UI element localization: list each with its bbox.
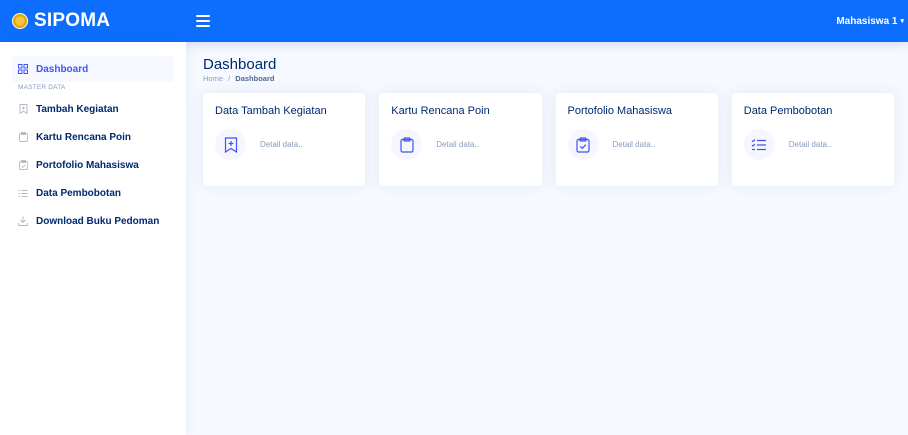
user-name: Mahasiswa 1 <box>836 15 898 27</box>
card-portofolio-mahasiswa[interactable]: Portofolio Mahasiswa Detail data.. <box>555 93 718 186</box>
sidebar-item-label: Portofolio Mahasiswa <box>36 159 139 171</box>
card-detail-text: Detail data.. <box>612 140 656 149</box>
card-detail-text: Detail data.. <box>788 140 832 149</box>
sidebar-item-label: Tambah Kegiatan <box>36 103 119 115</box>
breadcrumb-home-link[interactable]: Home <box>203 74 223 83</box>
sidebar-item-kartu-rencana-poin[interactable]: Kartu Rencana Poin <box>18 124 174 150</box>
sidebar-item-download-buku-pedoman[interactable]: Download Buku Pedoman <box>18 208 174 234</box>
card-title: Data Tambah Kegiatan <box>215 105 327 117</box>
sidebar-item-tambah-kegiatan[interactable]: Tambah Kegiatan <box>18 96 174 122</box>
app-name: SIPOMA <box>34 10 111 31</box>
card-detail-text: Detail data.. <box>436 140 479 149</box>
sidebar-item-label: Data Pembobotan <box>36 187 122 199</box>
bookmark-plus-icon <box>18 104 28 114</box>
grid-icon <box>18 64 28 74</box>
sidebar-heading: MASTER DATA <box>18 84 66 91</box>
main-content: Dashboard Home / Dashboard Data Tambah K… <box>186 42 908 435</box>
page-title: Dashboard <box>203 56 277 73</box>
clipboard-icon <box>18 132 28 142</box>
card-detail-text: Detail data.. <box>260 140 303 149</box>
breadcrumb-current: Dashboard <box>235 74 275 83</box>
breadcrumb: Home / Dashboard <box>203 74 908 83</box>
menu-toggle-icon[interactable] <box>196 15 210 27</box>
download-icon <box>18 216 28 226</box>
card-title: Portofolio Mahasiswa <box>567 105 673 117</box>
clipboard-icon <box>391 129 423 160</box>
card-title: Kartu Rencana Poin <box>391 105 490 117</box>
user-menu[interactable]: Mahasiswa 1 ▾ <box>836 0 904 42</box>
logo-emblem-icon <box>12 13 28 29</box>
sidebar-item-data-pembobotan[interactable]: Data Pembobotan <box>18 180 174 206</box>
clipboard-check-icon <box>18 160 28 170</box>
sidebar-item-label: Download Buku Pedoman <box>36 215 160 227</box>
card-data-tambah-kegiatan[interactable]: Data Tambah Kegiatan Detail data.. <box>203 93 366 186</box>
breadcrumb-separator: / <box>228 74 231 83</box>
sidebar-item-portofolio-mahasiswa[interactable]: Portofolio Mahasiswa <box>18 152 174 178</box>
card-grid: Data Tambah Kegiatan Detail data.. Kartu… <box>203 93 908 186</box>
clipboard-check-icon <box>567 129 599 160</box>
chevron-down-icon: ▾ <box>900 18 904 25</box>
sidebar-item-dashboard[interactable]: Dashboard <box>12 56 174 82</box>
bookmark-plus-icon <box>215 129 246 160</box>
card-title: Data Pembobotan <box>743 105 833 117</box>
sidebar-item-label: Kartu Rencana Poin <box>36 131 132 143</box>
sidebar-item-label: Dashboard <box>36 63 89 75</box>
list-check-icon <box>18 188 28 198</box>
card-data-pembobotan[interactable]: Data Pembobotan Detail data.. <box>731 93 894 186</box>
sidebar: Dashboard MASTER DATA Tambah Kegiatan Ka… <box>0 42 186 435</box>
card-kartu-rencana-poin[interactable]: Kartu Rencana Poin Detail data.. <box>379 93 542 186</box>
list-check-icon <box>743 129 775 160</box>
top-navbar: SIPOMA Mahasiswa 1 ▾ <box>0 0 908 42</box>
app-logo[interactable]: SIPOMA <box>0 10 186 32</box>
